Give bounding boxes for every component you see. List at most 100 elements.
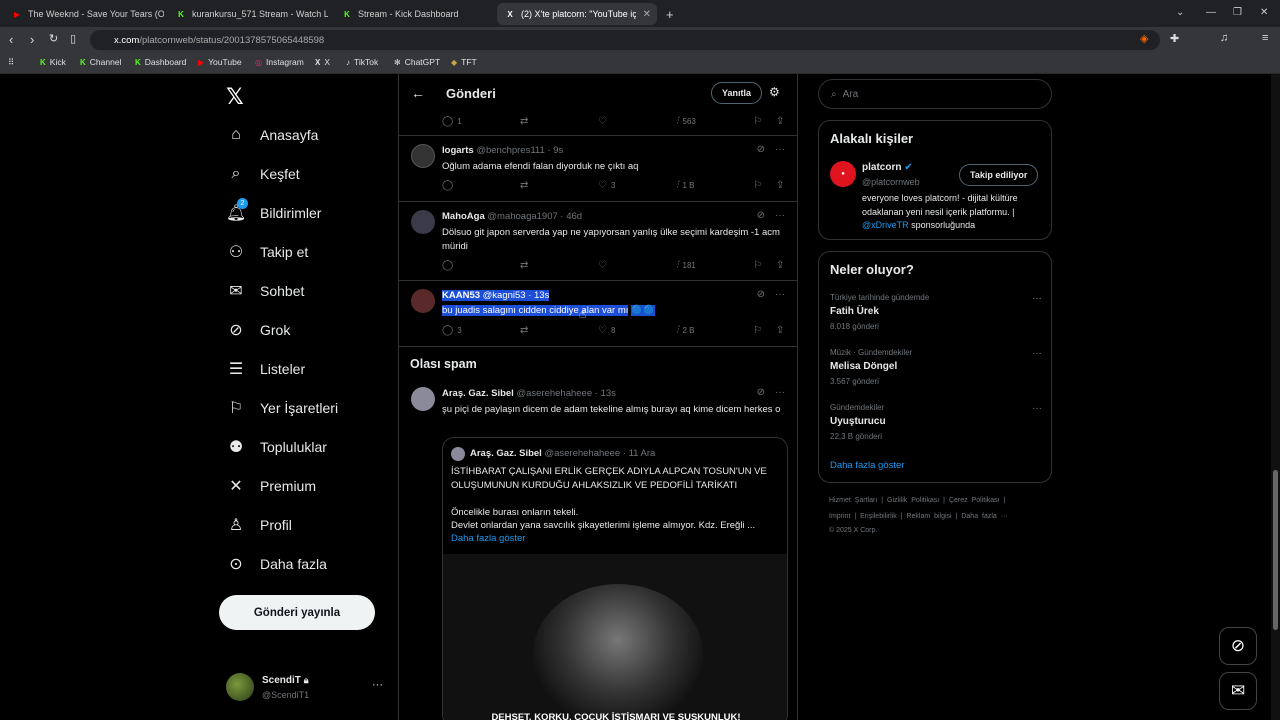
nav-profile[interactable]: ♙ Profil xyxy=(226,515,292,535)
platcorn-avatar[interactable]: ● xyxy=(830,161,856,187)
bookmark-kick[interactable]: K Kick xyxy=(40,57,66,67)
following-button[interactable]: Takip ediliyor xyxy=(959,164,1039,186)
extensions-icon[interactable]: ✚ xyxy=(1170,32,1179,45)
tweet-author[interactable]: MahoAga xyxy=(442,211,485,222)
bookmark-youtube[interactable]: ▶ YouTube xyxy=(198,57,242,67)
grok-icon[interactable]: ⊘ xyxy=(757,387,765,398)
nav-follow[interactable]: ⚇ Takip et xyxy=(226,242,308,262)
bookmark-dashboard[interactable]: K Dashboard xyxy=(135,57,186,67)
more-icon[interactable]: ··· xyxy=(775,210,785,221)
media-icon[interactable]: ♫ xyxy=(1220,32,1228,44)
nav-explore[interactable]: ⌕ Keşfet xyxy=(226,164,300,184)
bookmark-tft[interactable]: ◆ TFT xyxy=(451,57,477,67)
nav-home[interactable]: ⌂ Anasayfa xyxy=(226,125,318,145)
tweet-author[interactable]: logarts xyxy=(442,145,474,156)
tab-youtube[interactable]: ▶ The Weeknd - Save Your Tears (Offici xyxy=(4,3,164,25)
reply-action[interactable]: ◯ 3 xyxy=(442,325,462,336)
quoted-tweet[interactable]: Araş. Gaz. Sibel @aserehehaheee · 11 Ara… xyxy=(442,437,788,720)
retweet-action[interactable]: ⇄ xyxy=(520,325,528,336)
trend-item[interactable]: Müzik · Gündemdekiler Melisa Döngel 3.567 … xyxy=(830,348,1042,386)
share-action[interactable]: ⇪ xyxy=(776,260,784,271)
like-action[interactable]: ♡ xyxy=(598,116,607,127)
bookmark-action[interactable]: ⚐ xyxy=(754,180,762,191)
reload-icon[interactable]: ↻ xyxy=(49,32,58,45)
tab-x-active[interactable]: X (2) X'te platcorn: "YouTube içeriği ✕ xyxy=(497,3,657,25)
tab-kick-stream[interactable]: Kkurankursu_571 Stream - Watch Live xyxy=(168,3,328,25)
quoted-media-image[interactable]: DEHŞET, KORKU, ÇOCUK İSTİSMARI VE SUSKUN… xyxy=(443,554,787,720)
retweet-action[interactable]: ⇄ xyxy=(520,116,528,127)
reply-button[interactable]: Yanıtla xyxy=(711,82,763,104)
post-button[interactable]: Gönderi yayınla xyxy=(219,595,375,630)
scrollbar-thumb[interactable] xyxy=(1273,470,1278,630)
grok-icon[interactable]: ⊘ xyxy=(757,144,765,155)
new-tab-button[interactable]: + xyxy=(662,3,680,25)
footer-link[interactable]: Reklam bilgisi xyxy=(906,513,951,520)
reply-tweet[interactable]: logarts @benchpres111 · 9s ⊘ ··· Oğlum ad… xyxy=(399,136,797,202)
scrollbar[interactable] xyxy=(1271,74,1280,720)
related-name[interactable]: platcorn ✔ xyxy=(862,162,913,173)
filter-icon[interactable]: ⚙ xyxy=(769,85,780,99)
more-icon[interactable]: ··· xyxy=(775,144,785,155)
bookmark-tiktok[interactable]: ♪ TikTok xyxy=(346,57,378,67)
nav-grok[interactable]: ⊘ Grok xyxy=(226,320,290,340)
nav-chat[interactable]: ✉ Sohbet xyxy=(226,281,304,301)
share-action[interactable]: ⇪ xyxy=(776,180,784,191)
nav-bookmarks[interactable]: ⚐ Yer İşaretleri xyxy=(226,398,338,418)
reply-action[interactable]: ◯ 1 xyxy=(442,116,462,127)
trend-item[interactable]: Türkiye tarihinde gündemde Fatih Ürek 8.01… xyxy=(830,293,1042,331)
bookmark-action[interactable]: ⚐ xyxy=(754,116,762,127)
more-icon[interactable]: ··· xyxy=(1032,293,1042,304)
forward-icon[interactable]: › xyxy=(30,32,34,47)
grok-icon[interactable]: ⊘ xyxy=(1219,627,1257,665)
spam-tweet[interactable]: Araş. Gaz. Sibel @aserehehaheee · 13s ⊘ … xyxy=(399,379,797,720)
grok-icon[interactable]: ⊘ xyxy=(757,289,765,300)
nav-premium[interactable]: ✕ Premium xyxy=(226,476,316,496)
views-action[interactable]: ⫶ 181 xyxy=(676,260,696,271)
window-close-icon[interactable]: ✕ xyxy=(1260,7,1268,18)
account-switcher[interactable]: ScendiT 🔒︎ @ScendiT1 ··· xyxy=(226,673,384,703)
maximize-icon[interactable]: ❐ xyxy=(1233,7,1242,18)
nav-lists[interactable]: ☰ Listeler xyxy=(226,359,305,379)
reply-tweet[interactable]: MahoAga @mahoaga1907 · 46d ⊘ ··· Dölsuo g… xyxy=(399,202,797,281)
bookmark-instagram[interactable]: ◎ Instagram xyxy=(255,57,304,67)
back-icon[interactable]: ‹ xyxy=(9,32,13,47)
tab-search-icon[interactable]: ⌄ xyxy=(1176,7,1184,18)
url-field[interactable]: x.com/platcornweb/status/200137857506544… xyxy=(90,30,1160,50)
more-icon[interactable]: ··· xyxy=(775,289,785,300)
search-input[interactable]: ⌕ Ara xyxy=(818,79,1052,109)
more-icon[interactable]: ··· xyxy=(775,387,785,398)
bookmark-chatgpt[interactable]: ✻ ChatGPT xyxy=(394,57,440,67)
footer-link[interactable]: Imprint xyxy=(829,513,850,520)
footer-link[interactable]: Hizmet Şartları xyxy=(829,497,877,504)
reply-tweet[interactable]: KAAN53 @kagni53 · 13s ⊘ ··· bu juadis sal… xyxy=(399,281,797,347)
trend-item[interactable]: Gündemdekiler Uyuşturucu 22,3 B gönderi ··· xyxy=(830,403,1042,441)
retweet-action[interactable]: ⇄ xyxy=(520,260,528,271)
views-action[interactable]: ⫶ 563 xyxy=(676,116,696,127)
tweet-author[interactable]: KAAN53 xyxy=(442,290,480,301)
show-more-link[interactable]: Daha fazla göster xyxy=(830,460,904,471)
share-action[interactable]: ⇪ xyxy=(776,116,784,127)
minimize-icon[interactable]: — xyxy=(1206,7,1216,18)
like-action[interactable]: ♡ xyxy=(598,260,607,271)
views-action[interactable]: ⫶ 2 B xyxy=(676,325,695,336)
bookmark-action[interactable]: ⚐ xyxy=(754,260,762,271)
reply-action[interactable]: ◯ xyxy=(442,260,453,271)
bookmark-action[interactable]: ⚐ xyxy=(754,325,762,336)
nav-notifications[interactable]: 🔔︎ 2 Bildirimler xyxy=(226,198,321,223)
footer-link[interactable]: Çerez Politikası xyxy=(949,497,1000,504)
menu-icon[interactable]: ≡ xyxy=(1262,32,1268,44)
more-icon[interactable]: ··· xyxy=(1032,403,1042,414)
bookmark-page-icon[interactable]: ▯ xyxy=(70,32,76,45)
bookmark-x[interactable]: XX xyxy=(315,57,330,67)
back-arrow-icon[interactable]: ← xyxy=(411,85,425,101)
share-action[interactable]: ⇪ xyxy=(776,325,784,336)
like-action[interactable]: ♡ 8 xyxy=(598,325,615,336)
like-action[interactable]: ♡ 3 xyxy=(598,180,615,191)
retweet-action[interactable]: ⇄ xyxy=(520,180,528,191)
grok-icon[interactable]: ⊘ xyxy=(757,210,765,221)
tab-kick-dashboard[interactable]: K Stream - Kick Dashboard xyxy=(334,3,492,25)
apps-icon[interactable]: ⠿ xyxy=(8,57,14,68)
mail-icon[interactable]: ✉ xyxy=(1219,672,1257,710)
footer-link[interactable]: Daha fazla ··· xyxy=(961,513,1007,520)
footer-link[interactable]: Erişilebilirlik xyxy=(860,513,897,520)
